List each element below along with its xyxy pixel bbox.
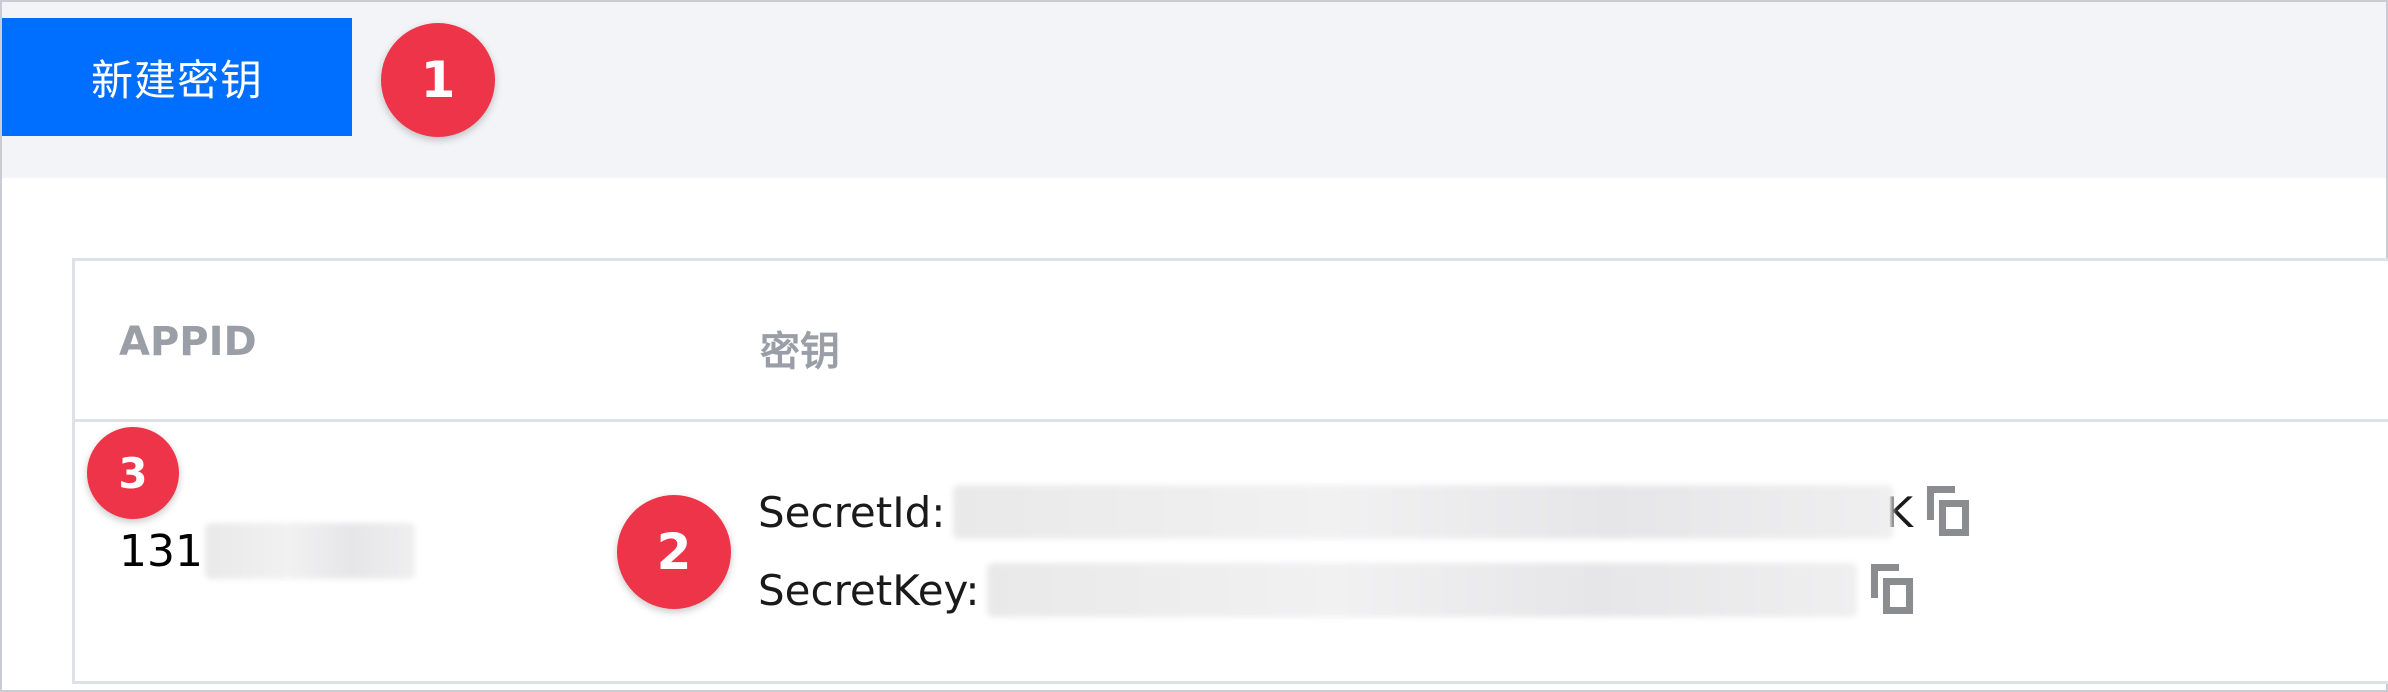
new-key-button[interactable]: 新建密钥 — [2, 18, 352, 136]
app-frame: 新建密钥 1 APPID 密钥 131 SecretId: K SecretKe… — [0, 0, 2388, 692]
copy-icon[interactable] — [1927, 486, 1971, 538]
secret-id-label: SecretId: — [758, 487, 946, 537]
step-marker-1: 1 — [381, 23, 495, 137]
table-header: APPID 密钥 — [75, 261, 2388, 422]
key-table: APPID 密钥 131 SecretId: K SecretKey: — [72, 258, 2388, 684]
appid-cell: 131 — [119, 523, 415, 579]
secret-key-row: SecretKey: — [758, 563, 1915, 617]
secret-id-redacted — [953, 485, 1894, 539]
column-header-appid: APPID — [119, 319, 257, 365]
secret-key-redacted — [987, 563, 1858, 617]
toolbar: 新建密钥 1 — [2, 2, 2386, 178]
secret-id-row: SecretId: K — [758, 485, 1971, 539]
step-marker-2: 2 — [617, 495, 731, 609]
appid-value: 131 — [119, 525, 203, 577]
appid-redacted — [204, 523, 415, 579]
column-header-key: 密钥 — [760, 329, 840, 375]
secret-key-label: SecretKey: — [758, 565, 980, 615]
copy-icon[interactable] — [1871, 564, 1915, 616]
step-marker-3: 3 — [87, 427, 179, 519]
